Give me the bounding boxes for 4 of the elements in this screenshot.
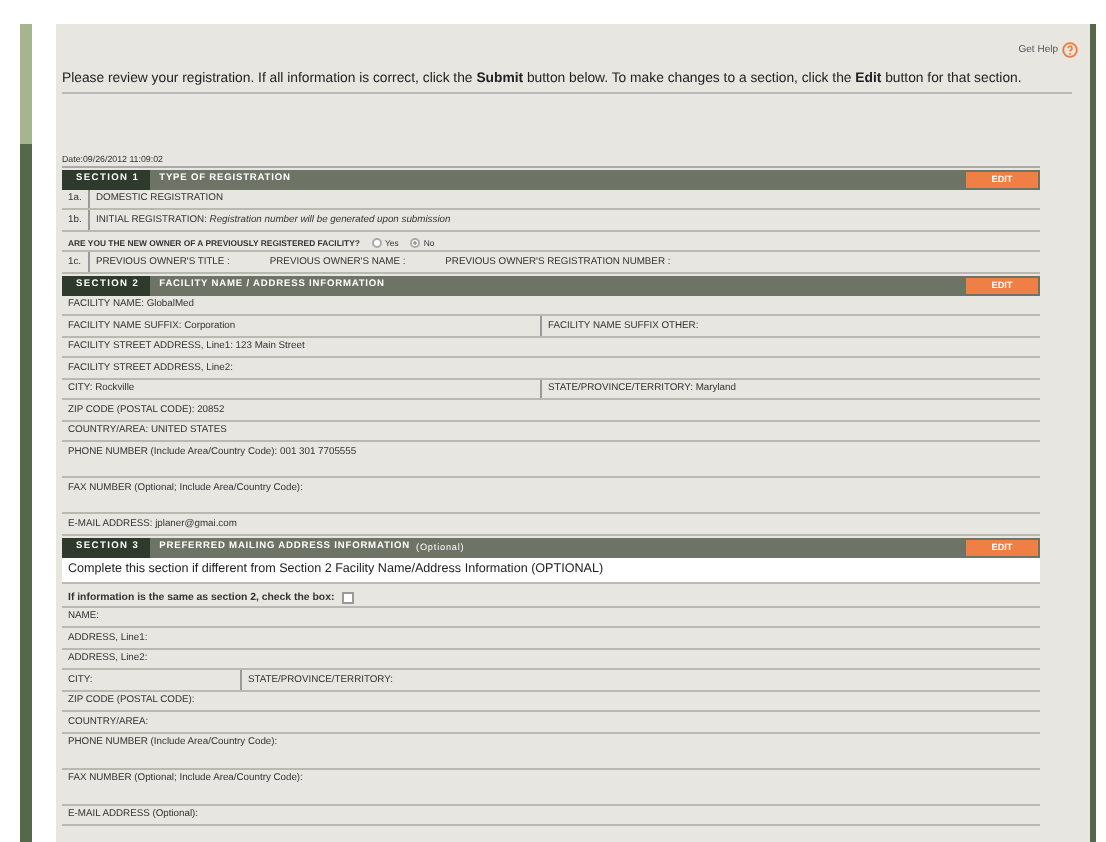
radio-button[interactable] [410, 237, 421, 247]
help-icon[interactable] [1062, 42, 1078, 58]
radio-button[interactable] [371, 237, 382, 247]
checkbox[interactable] [342, 591, 355, 603]
